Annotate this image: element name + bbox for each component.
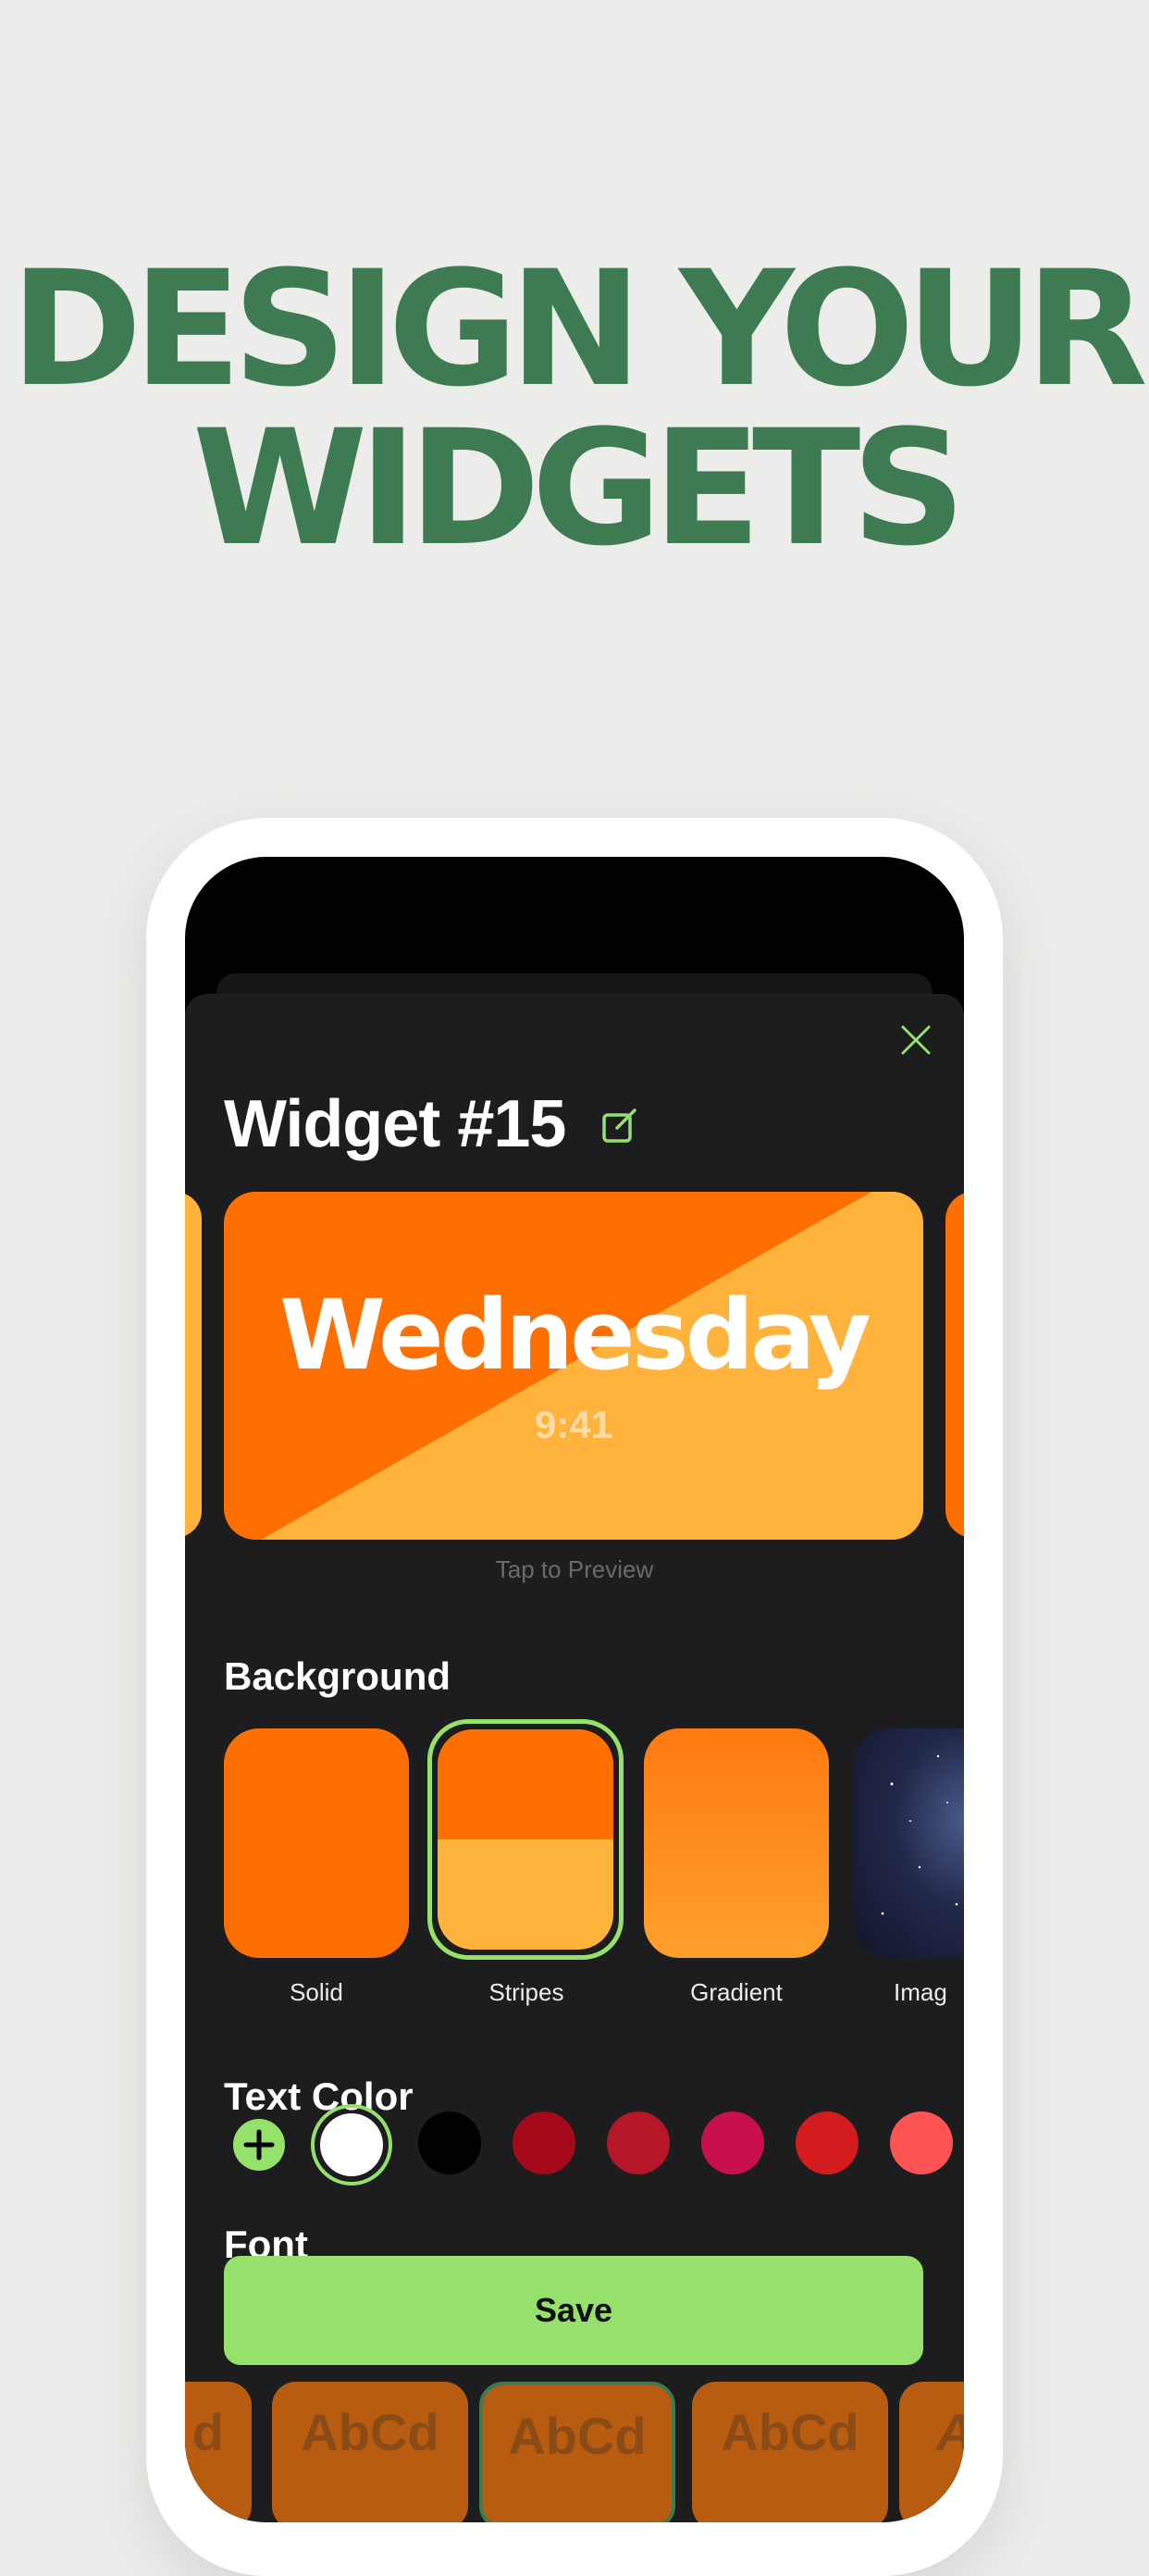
widget-carousel-prev[interactable]	[185, 1192, 202, 1538]
color-swatch-crimson[interactable]	[607, 2112, 670, 2174]
background-option-gradient[interactable]	[644, 1728, 829, 1958]
color-swatch-red[interactable]	[796, 2112, 859, 2174]
font-option[interactable]: AbCd	[692, 2382, 888, 2522]
font-option[interactable]: d	[185, 2382, 252, 2522]
headline: DESIGN YOUR WIDGETS	[0, 250, 1149, 568]
save-button[interactable]: Save	[224, 2256, 923, 2365]
edit-icon[interactable]	[601, 1107, 640, 1146]
plus-icon	[243, 2129, 275, 2161]
headline-line-1: DESIGN YOUR	[10, 236, 1148, 422]
background-section-title: Background	[224, 1654, 451, 1698]
widget-carousel-next[interactable]	[945, 1192, 964, 1538]
font-option[interactable]: AbCd	[272, 2382, 468, 2522]
close-button[interactable]	[896, 1020, 936, 1060]
widget-preview[interactable]: Wednesday 9:41	[224, 1192, 923, 1540]
color-swatch-dark-red[interactable]	[513, 2112, 575, 2174]
starfield-image	[881, 1754, 958, 1915]
text-color-section-title: Text Color	[224, 2074, 414, 2118]
font-options-row: d AbCd AbCd AbCd A	[185, 2382, 964, 2522]
color-swatch-raspberry[interactable]	[701, 2112, 764, 2174]
color-swatch-black[interactable]	[418, 2112, 481, 2174]
background-label-stripes: Stripes	[488, 1978, 564, 2006]
font-option[interactable]: A	[899, 2382, 964, 2522]
color-swatch-coral[interactable]	[890, 2112, 953, 2174]
background-option-stripes[interactable]	[427, 1719, 624, 1960]
font-option-selected[interactable]: AbCd	[479, 2382, 675, 2522]
tap-to-preview-hint: Tap to Preview	[495, 1555, 654, 1583]
widget-title: Widget #15	[224, 1087, 566, 1161]
close-icon	[901, 1025, 931, 1055]
background-option-image[interactable]	[855, 1728, 964, 1958]
background-option-solid[interactable]	[224, 1728, 409, 1958]
background-label-image: Imag	[894, 1978, 947, 2006]
background-label-gradient: Gradient	[690, 1978, 783, 2006]
widget-day-text: Wednesday	[279, 1279, 871, 1392]
headline-line-2: WIDGETS	[192, 395, 966, 581]
widget-editor-sheet: Widget #15 Wednesday 9:41 Tap to Preview…	[185, 994, 964, 2522]
background-label-solid: Solid	[290, 1978, 343, 2006]
widget-time-text: 9:41	[534, 1403, 613, 1446]
add-color-button[interactable]	[233, 2119, 285, 2171]
color-swatch-white[interactable]	[320, 2113, 383, 2176]
phone-screen: Widget #15 Wednesday 9:41 Tap to Preview…	[185, 857, 964, 2522]
